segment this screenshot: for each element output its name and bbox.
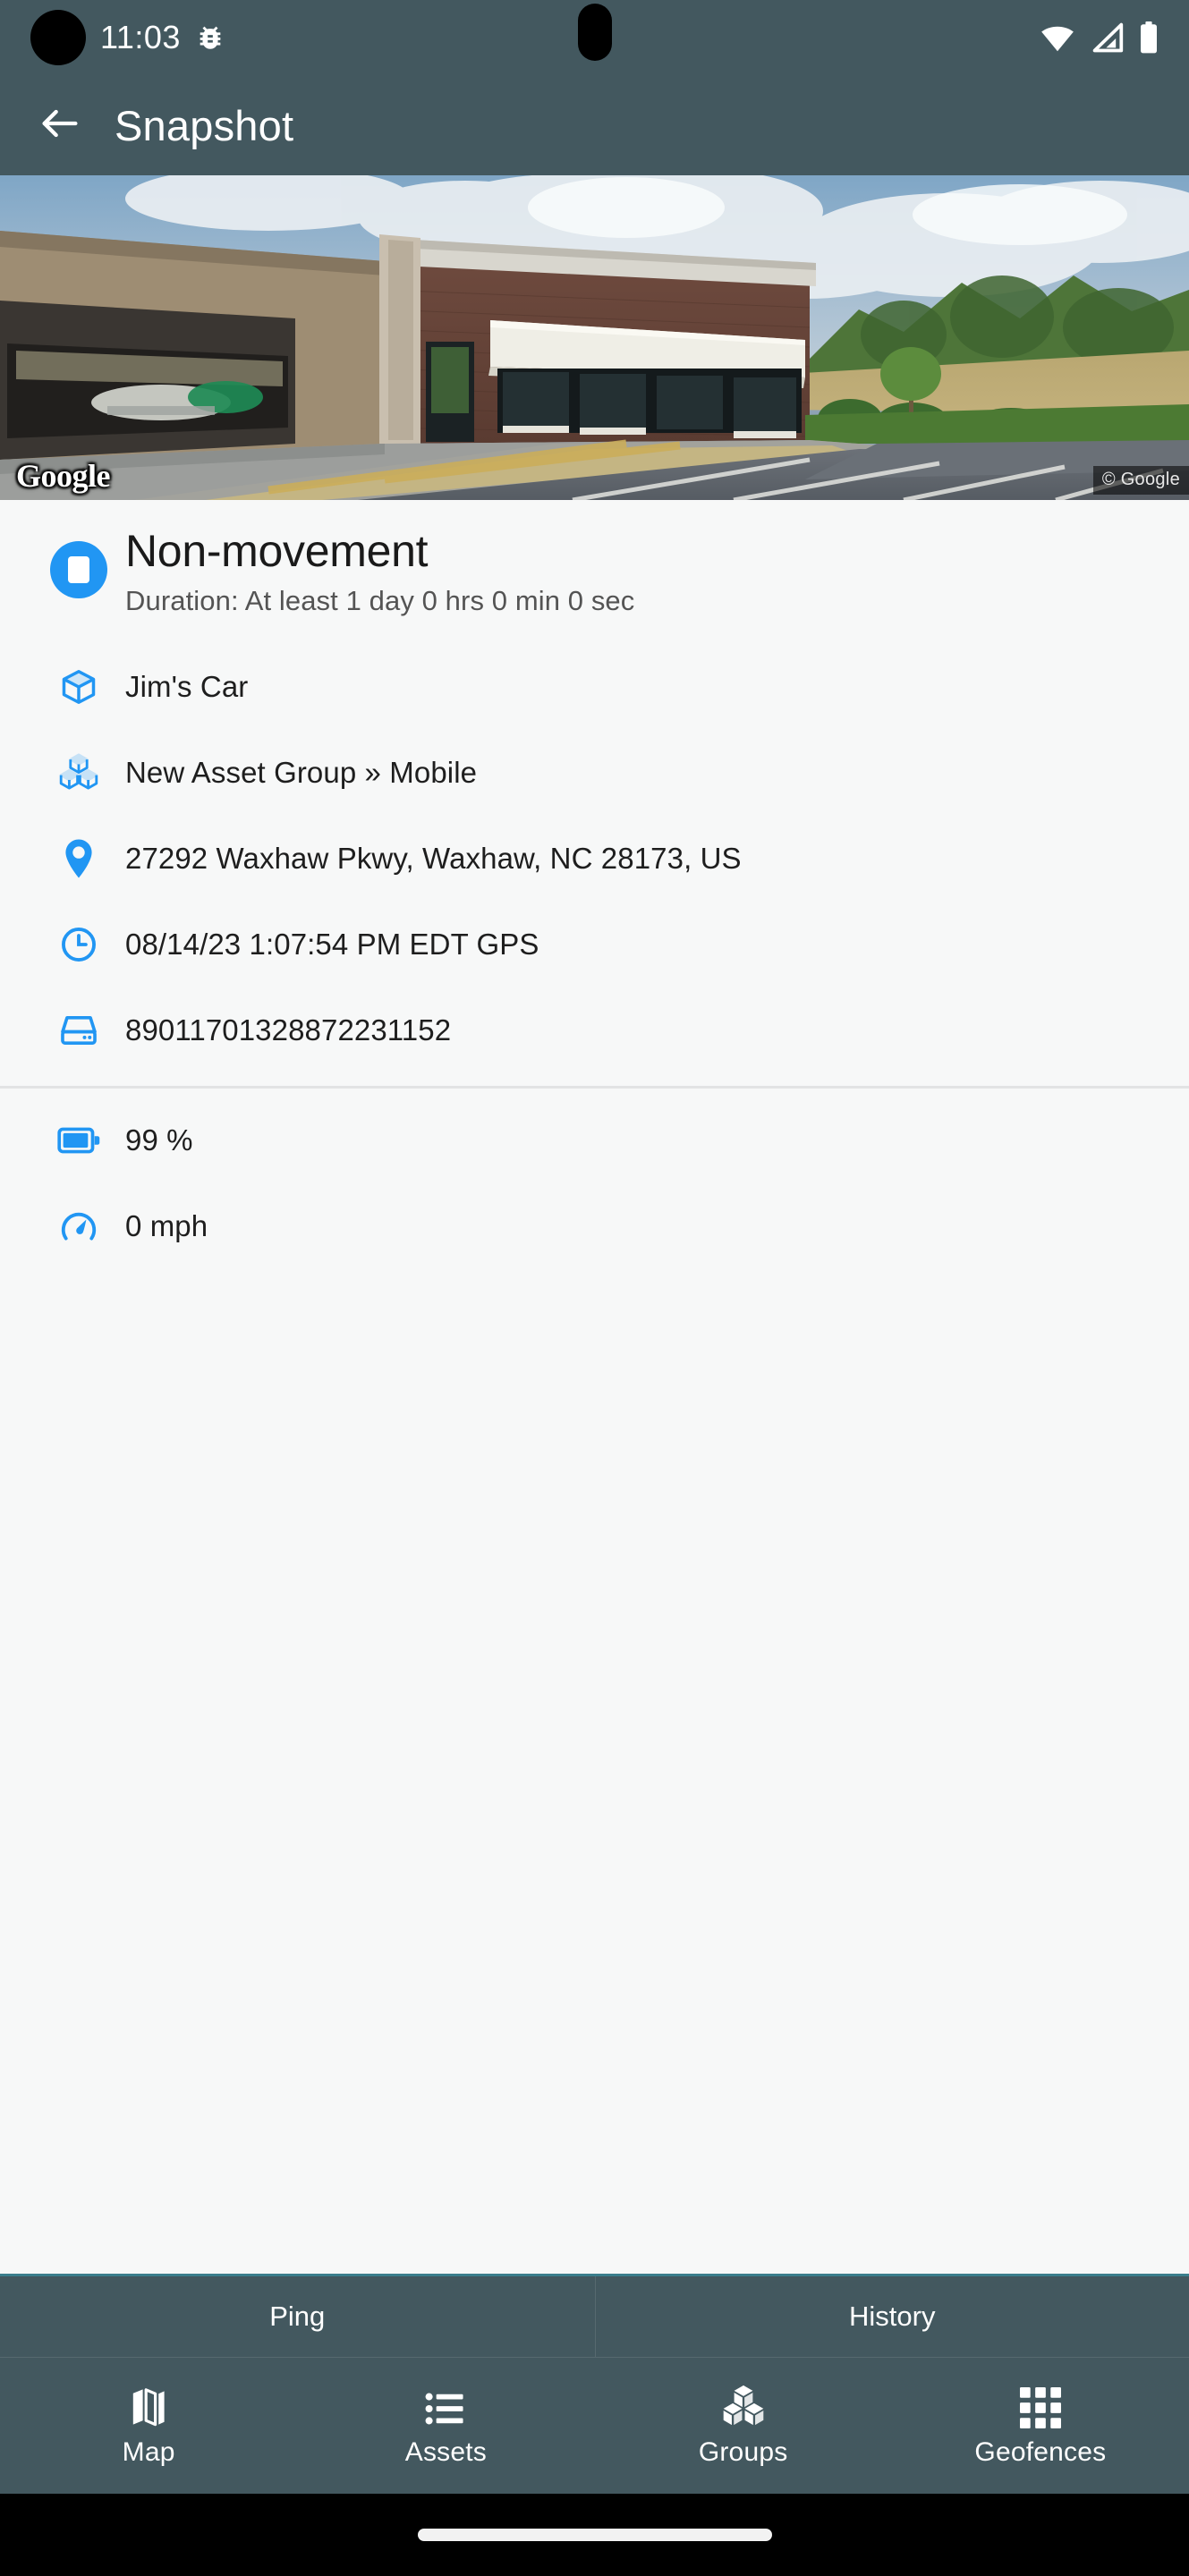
status-bar: 11:03: [0, 0, 1189, 75]
map-icon: [127, 2384, 170, 2428]
location-pin-icon: [32, 838, 125, 879]
cellular-signal-icon: [1091, 22, 1125, 53]
address: 27292 Waxhaw Pkwy, Waxhaw, NC 28173, US: [125, 842, 742, 875]
detail-row-sim[interactable]: 89011701328872231152: [0, 987, 1189, 1073]
gesture-pill[interactable]: [417, 2529, 772, 2541]
back-button[interactable]: [32, 97, 88, 153]
nav-label-assets: Assets: [404, 2437, 487, 2467]
event-header: Non-movement Duration: At least 1 day 0 …: [0, 500, 1189, 624]
nav-item-geofences[interactable]: Geofences: [892, 2358, 1189, 2494]
asset-name: Jim's Car: [125, 670, 249, 703]
action-bar: Ping History: [0, 2274, 1189, 2358]
grid-icon: [1019, 2384, 1061, 2428]
app-toolbar: Snapshot: [0, 75, 1189, 175]
street-view-scene: [0, 175, 1189, 500]
telemetry-row-speed[interactable]: 0 mph: [0, 1183, 1189, 1269]
battery-level: 99 %: [125, 1123, 193, 1157]
back-arrow-icon: [37, 100, 83, 151]
event-duration: Duration: At least 1 day 0 hrs 0 min 0 s…: [125, 585, 635, 616]
detail-row-group[interactable]: New Asset Group » Mobile: [0, 730, 1189, 816]
battery-icon: [1139, 21, 1159, 54]
telemetry-row-battery[interactable]: 99 %: [0, 1097, 1189, 1183]
bug-icon: [195, 22, 225, 53]
group-cubes-icon: [721, 2384, 766, 2428]
history-button[interactable]: History: [594, 2276, 1189, 2358]
camera-punch-hole-left: [30, 10, 86, 65]
group-cubes-icon: [32, 752, 125, 793]
snapshot-details-card: Non-movement Duration: At least 1 day 0 …: [0, 500, 1189, 2274]
timestamp: 08/14/23 1:07:54 PM EDT GPS: [125, 928, 539, 961]
detail-row-asset[interactable]: Jim's Car: [0, 644, 1189, 730]
event-header-text: Non-movement Duration: At least 1 day 0 …: [125, 527, 634, 617]
section-divider: [0, 1086, 1189, 1089]
detail-row-address[interactable]: 27292 Waxhaw Pkwy, Waxhaw, NC 28173, US: [0, 816, 1189, 902]
nav-item-map[interactable]: Map: [0, 2358, 297, 2494]
non-movement-stop-icon: [32, 527, 125, 613]
speed-value: 0 mph: [125, 1209, 208, 1242]
street-view-image[interactable]: Google © Google: [0, 175, 1189, 500]
detail-row-timestamp[interactable]: 08/14/23 1:07:54 PM EDT GPS: [0, 902, 1189, 987]
clock-icon: [32, 925, 125, 964]
event-title: Non-movement: [125, 526, 429, 576]
asset-group-path: New Asset Group » Mobile: [125, 756, 478, 789]
nav-label-groups: Groups: [698, 2437, 788, 2467]
list-icon: [425, 2384, 466, 2428]
wifi-icon: [1039, 22, 1076, 53]
status-bar-clock: 11:03: [100, 19, 181, 55]
nav-item-groups[interactable]: Groups: [595, 2358, 892, 2494]
page-title: Snapshot: [115, 101, 294, 149]
nav-item-assets[interactable]: Assets: [297, 2358, 594, 2494]
system-gesture-bar: [0, 2494, 1189, 2576]
status-bar-right: [1039, 21, 1159, 54]
sim-card-icon: [32, 1013, 125, 1048]
card-filler: [0, 1269, 1189, 2274]
speedometer-icon: [32, 1207, 125, 1246]
google-attribution: © Google: [1092, 466, 1189, 495]
status-bar-left: 11:03: [30, 10, 225, 65]
bottom-navigation-bar: Map Assets Groups Geofences: [0, 2358, 1189, 2494]
battery-icon: [32, 1127, 125, 1154]
nav-label-map: Map: [122, 2437, 175, 2467]
app-screen: 11:03 Snapshot Google © Google Non-movem…: [0, 0, 1189, 2576]
google-watermark: Google: [16, 458, 110, 494]
nav-label-geofences: Geofences: [974, 2437, 1107, 2467]
camera-punch-hole-center: [577, 4, 612, 61]
sim-number: 89011701328872231152: [125, 1013, 452, 1046]
detail-rows: Jim's Car New Asset Group » Mobile 27292…: [0, 624, 1189, 1269]
asset-cube-icon: [32, 667, 125, 707]
ping-button[interactable]: Ping: [0, 2276, 595, 2358]
